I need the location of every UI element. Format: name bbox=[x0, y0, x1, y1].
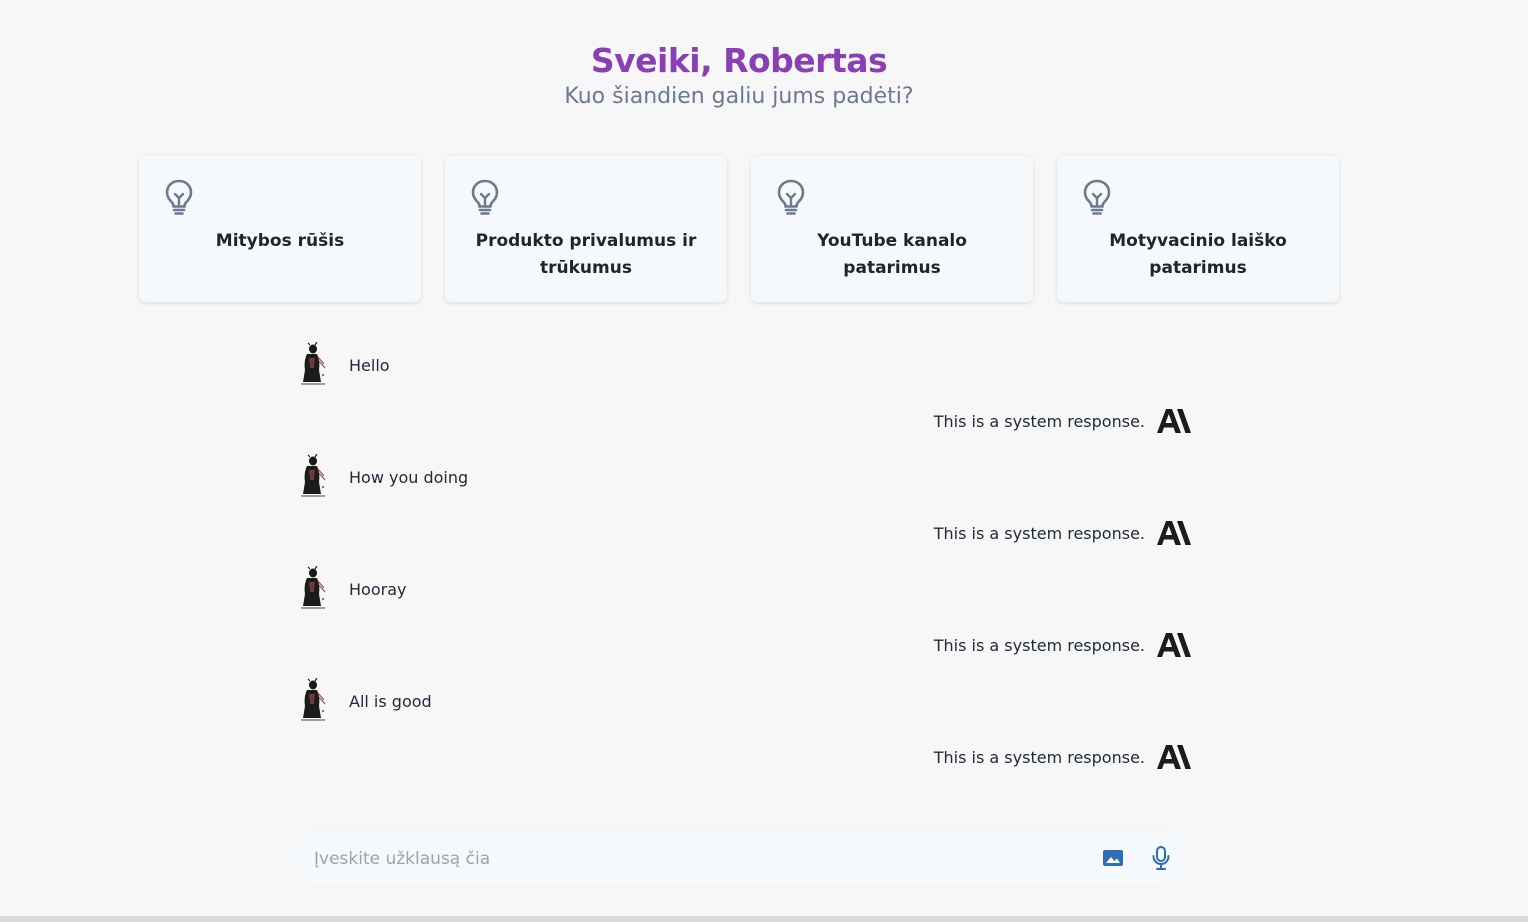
suggestion-card-produkto[interactable]: Produkto privalumus ir trūkumus bbox=[445, 156, 727, 302]
suggestion-card-mitybos[interactable]: Mitybos rūšis bbox=[139, 156, 421, 302]
user-avatar bbox=[301, 566, 326, 609]
suggestion-card-label: Produkto privalumus ir trūkumus bbox=[475, 231, 697, 278]
bot-message-text: This is a system response. bbox=[933, 412, 1145, 431]
chat-messages: Hello This is a system response. How you… bbox=[297, 340, 1191, 788]
suggestion-cards: Mitybos rūšis Produkto privalumus ir trū… bbox=[139, 156, 1339, 302]
user-message-text: Hooray bbox=[349, 580, 407, 599]
microphone-icon[interactable] bbox=[1150, 845, 1172, 871]
user-message-text: How you doing bbox=[349, 468, 469, 487]
bot-message: This is a system response. bbox=[297, 732, 1191, 788]
bot-message: This is a system response. bbox=[297, 508, 1191, 564]
suggestion-card-label: YouTube kanalo patarimus bbox=[817, 231, 967, 278]
user-message: All is good bbox=[297, 676, 1191, 732]
anthropic-logo-icon bbox=[1157, 409, 1191, 433]
bottom-divider bbox=[0, 916, 1528, 922]
chat-page: Sveiki, Robertas Kuo šiandien galiu jums… bbox=[0, 0, 1528, 922]
prompt-input[interactable] bbox=[312, 843, 1076, 875]
bot-message-text: This is a system response. bbox=[933, 524, 1145, 543]
suggestion-card-label: Mitybos rūšis bbox=[215, 231, 345, 251]
user-message: Hello bbox=[297, 340, 1191, 396]
user-avatar bbox=[301, 454, 326, 497]
lightbulb-icon bbox=[1083, 179, 1111, 215]
greeting: Sveiki, Robertas Kuo šiandien galiu jums… bbox=[0, 40, 1478, 112]
lightbulb-icon bbox=[777, 179, 805, 215]
suggestion-card-motyvacinio[interactable]: Motyvacinio laiško patarimus bbox=[1057, 156, 1339, 302]
prompt-input-bar bbox=[290, 831, 1188, 885]
anthropic-logo-icon bbox=[1157, 745, 1191, 769]
lightbulb-icon bbox=[165, 179, 193, 215]
user-message-text: All is good bbox=[349, 692, 432, 711]
suggestion-card-youtube[interactable]: YouTube kanalo patarimus bbox=[751, 156, 1033, 302]
bot-message-text: This is a system response. bbox=[933, 748, 1145, 767]
anthropic-logo-icon bbox=[1157, 521, 1191, 545]
user-message-text: Hello bbox=[349, 356, 390, 375]
user-message: How you doing bbox=[297, 452, 1191, 508]
suggestion-card-label: Motyvacinio laiško patarimus bbox=[1109, 231, 1287, 278]
greeting-subtitle: Kuo šiandien galiu jums padėti? bbox=[564, 84, 914, 109]
user-avatar bbox=[301, 678, 326, 721]
anthropic-logo-icon bbox=[1157, 633, 1191, 657]
bot-message: This is a system response. bbox=[297, 396, 1191, 452]
image-icon[interactable] bbox=[1102, 848, 1124, 868]
user-message: Hooray bbox=[297, 564, 1191, 620]
greeting-title: Sveiki, Robertas bbox=[590, 41, 888, 80]
bot-message-text: This is a system response. bbox=[933, 636, 1145, 655]
user-avatar bbox=[301, 342, 326, 385]
bot-message: This is a system response. bbox=[297, 620, 1191, 676]
lightbulb-icon bbox=[471, 179, 499, 215]
